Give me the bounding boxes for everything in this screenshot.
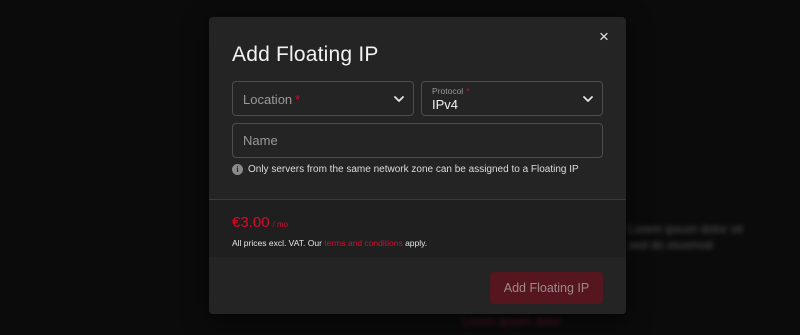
price-section: €3.00/ mo All prices excl. VAT. Our term… — [209, 200, 626, 257]
background-blurred-text: sed do eiusmod — [628, 238, 713, 252]
modal-title: Add Floating IP — [232, 43, 379, 66]
required-asterisk: * — [295, 92, 301, 107]
location-select[interactable]: Location * — [232, 81, 414, 116]
background-blurred-link: Lorem ipsum dolor — [462, 314, 562, 328]
protocol-value: IPv4 — [432, 97, 459, 112]
add-floating-ip-modal: × Add Floating IP Location * Protocol * IP… — [209, 17, 626, 314]
info-text: Only servers from the same network zone … — [248, 164, 579, 175]
vat-note: All prices excl. VAT. Our terms and cond… — [232, 238, 428, 248]
price: €3.00/ mo — [232, 214, 288, 231]
background-blurred-text: Lorem ipsum dolor sit — [628, 222, 743, 236]
price-unit: / mo — [272, 220, 289, 229]
chevron-down-icon — [583, 96, 593, 102]
terms-link[interactable]: terms and conditions — [324, 238, 402, 248]
modal-footer: Add Floating IP — [209, 257, 626, 314]
name-input[interactable] — [232, 123, 603, 158]
protocol-select[interactable]: Protocol * IPv4 — [421, 81, 603, 116]
close-icon[interactable]: × — [595, 28, 613, 46]
location-placeholder: Location * — [243, 92, 301, 107]
required-asterisk: * — [466, 86, 470, 96]
network-zone-info: i Only servers from the same network zon… — [232, 164, 579, 175]
protocol-label: Protocol * — [432, 86, 470, 96]
info-icon: i — [232, 164, 243, 175]
chevron-down-icon — [394, 96, 404, 102]
add-floating-ip-button[interactable]: Add Floating IP — [490, 272, 603, 304]
price-amount: €3.00 — [232, 214, 270, 231]
